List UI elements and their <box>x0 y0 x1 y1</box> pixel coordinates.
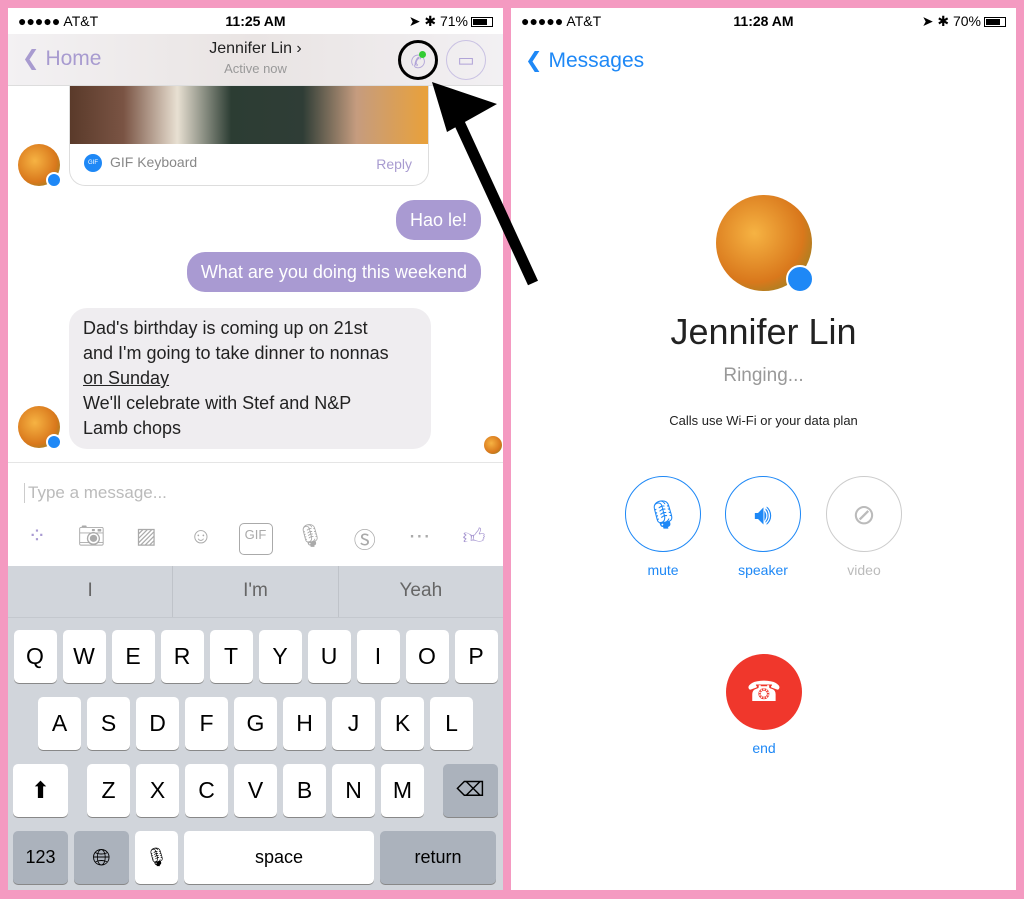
arrow-shaft <box>453 117 538 286</box>
annotation-arrow <box>432 82 538 286</box>
